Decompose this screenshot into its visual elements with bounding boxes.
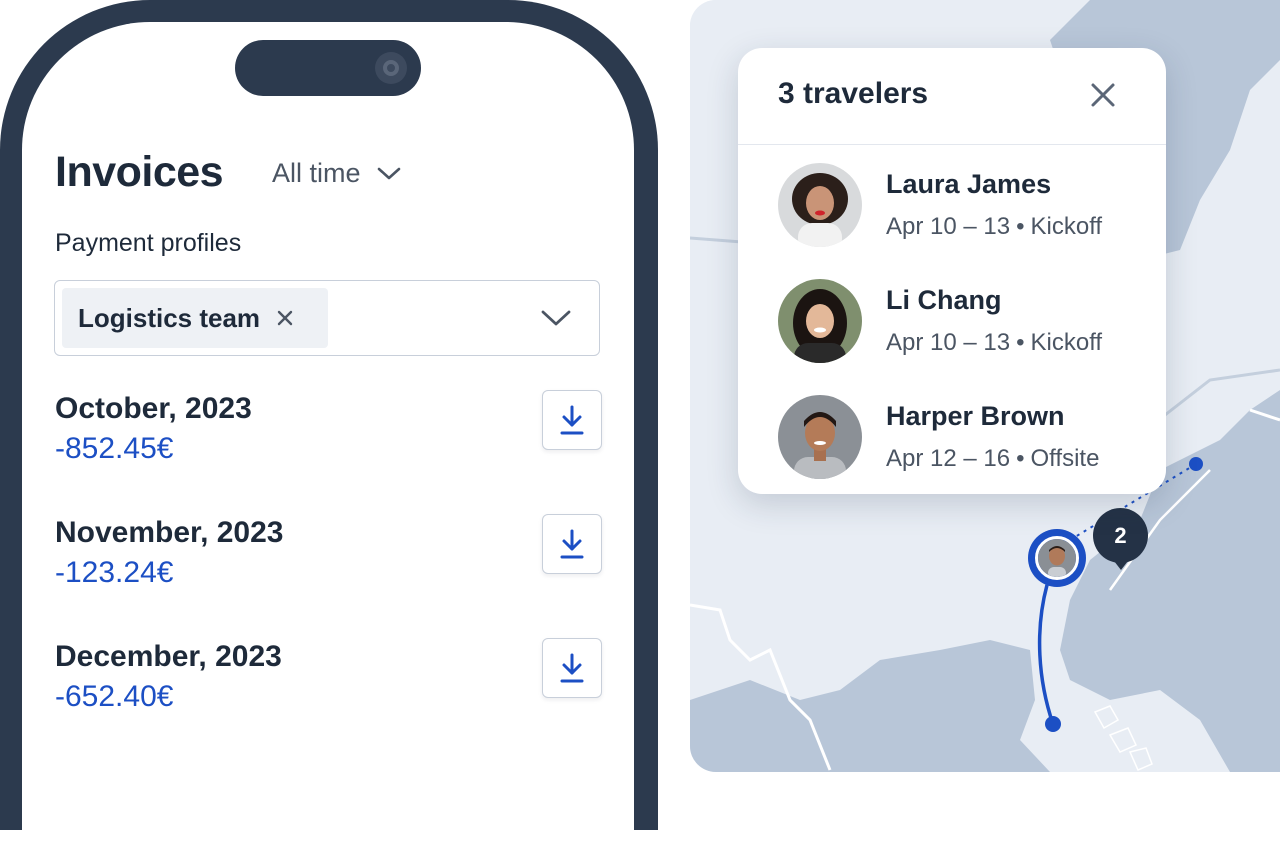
traveler-event: Kickoff (1030, 213, 1103, 240)
avatar (778, 395, 862, 479)
download-button[interactable] (542, 390, 602, 450)
traveler-dates-line: Apr 12 – 16 • Offsite (886, 445, 1100, 472)
invoice-month: December, 2023 (55, 640, 282, 673)
download-button[interactable] (542, 514, 602, 574)
cluster-count-badge[interactable]: 2 (1093, 508, 1148, 570)
close-icon[interactable] (1090, 82, 1116, 108)
invoice-amount: -123.24€ (55, 556, 174, 589)
download-icon (560, 529, 584, 559)
chevron-down-icon[interactable] (541, 309, 571, 327)
invoice-row: December, 2023 -652.40€ (55, 638, 602, 728)
invoice-amount: -652.40€ (55, 680, 174, 713)
traveler-row[interactable]: Li Chang Apr 10 – 13 • Kickoff (778, 279, 1138, 363)
download-button[interactable] (542, 638, 602, 698)
traveler-name: Harper Brown (886, 401, 1065, 431)
travelers-popup: 3 travelers Laura James Apr 10 – 13 • Kick… (738, 48, 1166, 494)
traveler-dates-line: Apr 10 – 13 • Kickoff (886, 329, 1103, 356)
download-icon (560, 653, 584, 683)
traveler-row[interactable]: Laura James Apr 10 – 13 • Kickoff (778, 163, 1138, 247)
invoice-row: October, 2023 -852.45€ (55, 390, 602, 480)
traveler-event: Offsite (1030, 445, 1100, 472)
route-endpoint (1189, 457, 1203, 471)
phone-notch (235, 40, 421, 96)
invoice-amount: -852.45€ (55, 432, 174, 465)
traveler-dates: Apr 12 – 16 (886, 445, 1011, 472)
traveler-name: Laura James (886, 169, 1052, 199)
avatar (1035, 536, 1079, 580)
time-filter-dropdown[interactable]: All time (272, 158, 401, 189)
payment-profile-select[interactable]: Logistics team (54, 280, 600, 356)
invoice-month: October, 2023 (55, 392, 252, 425)
invoice-row: November, 2023 -123.24€ (55, 514, 602, 604)
popup-title: 3 travelers (778, 77, 929, 110)
map-traveler-pin[interactable] (1028, 529, 1086, 587)
traveler-dates-line: Apr 10 – 13 • Kickoff (886, 213, 1103, 240)
traveler-dates: Apr 10 – 13 (886, 213, 1011, 240)
traveler-name: Li Chang (886, 285, 1002, 315)
time-filter-label: All time (272, 158, 361, 188)
camera-icon (375, 52, 407, 84)
avatar (778, 163, 862, 247)
remove-chip-icon[interactable] (276, 309, 294, 327)
payment-profiles-label: Payment profiles (55, 229, 242, 257)
traveler-dates: Apr 10 – 13 (886, 329, 1011, 356)
page-title: Invoices (55, 148, 224, 196)
route-endpoint (1045, 716, 1061, 732)
download-icon (560, 405, 584, 435)
phone-screen: Invoices All time Payment profiles Logis… (22, 22, 634, 842)
avatar (778, 279, 862, 363)
profile-chip: Logistics team (62, 288, 328, 348)
traveler-row[interactable]: Harper Brown Apr 12 – 16 • Offsite (778, 395, 1138, 479)
traveler-event: Kickoff (1030, 329, 1103, 356)
profile-chip-label: Logistics team (78, 302, 261, 333)
popup-header: 3 travelers (738, 48, 1166, 145)
phone-frame: Invoices All time Payment profiles Logis… (0, 0, 658, 842)
chevron-down-icon (377, 167, 400, 179)
invoice-month: November, 2023 (55, 516, 284, 549)
